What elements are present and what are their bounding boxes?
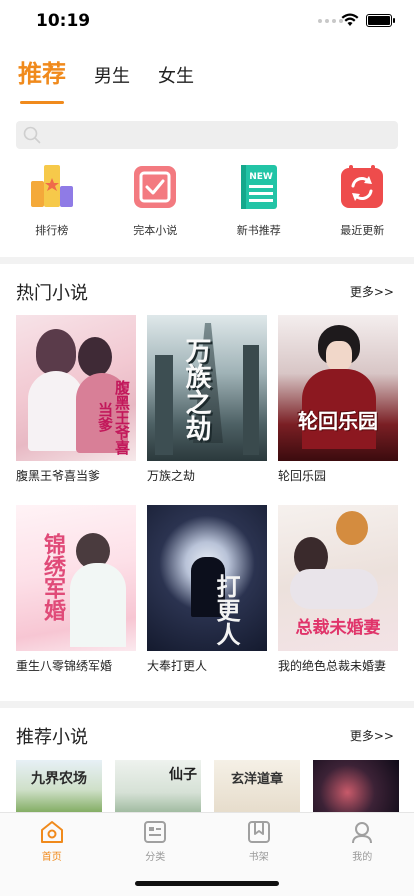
completed-check-icon xyxy=(132,164,178,210)
status-time: 10:19 xyxy=(36,11,91,31)
quick-link-label: 最近更新 xyxy=(340,224,385,237)
book-cover: 轮回乐园 xyxy=(278,315,398,461)
cover-title-text: 轮回乐园 xyxy=(298,409,378,433)
book-title: 万族之劫 xyxy=(147,469,196,483)
section-divider xyxy=(0,701,414,708)
book-card[interactable]: 腹黑王爷喜当爹 腹黑王爷喜当爹 xyxy=(16,315,136,505)
new-book-icon: NEW xyxy=(236,164,282,210)
section-divider xyxy=(0,257,414,264)
book-card[interactable]: 打更人 大奉打更人 xyxy=(147,505,267,695)
quick-link-label: 排行榜 xyxy=(35,224,69,237)
category-icon xyxy=(144,821,167,843)
quick-link-new-books[interactable]: NEW 新书推荐 xyxy=(207,164,311,238)
book-cover[interactable] xyxy=(313,760,399,814)
quick-link-ranking[interactable]: 排行榜 xyxy=(0,164,104,238)
tab-label: 首页 xyxy=(41,852,62,863)
book-title: 轮回乐园 xyxy=(278,469,327,483)
cover-title-text: 九界农场 xyxy=(31,771,87,787)
cover-title-text: 腹黑王爷喜当爹 xyxy=(96,379,131,455)
tab-label: 分类 xyxy=(145,852,166,863)
book-cover[interactable]: 仙子 xyxy=(115,760,201,814)
quick-link-label: 完本小说 xyxy=(133,224,178,237)
cover-title-text: 玄洋道章 xyxy=(230,772,283,787)
cover-title-text: 总裁未婚妻 xyxy=(295,618,381,638)
quick-link-recent-updates[interactable]: 最近更新 xyxy=(311,164,414,238)
cover-title-text: 锦绣军婚 xyxy=(40,533,66,621)
recommend-section-header: 推荐小说 更多>> xyxy=(0,723,414,748)
book-card[interactable]: 锦绣军婚 重生八零锦绣军婚 xyxy=(16,505,136,695)
bookshelf-icon xyxy=(247,821,270,843)
book-cover: 打更人 xyxy=(147,505,267,651)
section-title: 推荐小说 xyxy=(16,727,88,748)
book-card[interactable]: 万族之劫 万族之劫 xyxy=(147,315,267,505)
tab-profile[interactable]: 我的 xyxy=(311,813,414,896)
book-title: 重生八零锦绣军婚 xyxy=(16,659,113,673)
book-cover: 锦绣军婚 xyxy=(16,505,136,651)
hot-books-grid: 腹黑王爷喜当爹 腹黑王爷喜当爹 万族之劫 万族之劫 轮回乐园 轮回乐园 锦绣军婚… xyxy=(16,315,398,695)
battery-icon xyxy=(366,14,395,27)
book-cover: 总裁未婚妻 xyxy=(278,505,398,651)
cover-title-text: 万族之劫 xyxy=(181,337,211,441)
cover-title-text: 打更人 xyxy=(212,574,241,646)
tab-label: 书架 xyxy=(248,852,269,863)
book-title: 大奉打更人 xyxy=(147,659,208,673)
refresh-icon xyxy=(339,164,385,210)
tab-male[interactable]: 男生 xyxy=(94,68,130,98)
profile-icon xyxy=(352,822,373,844)
section-title: 热门小说 xyxy=(16,283,88,304)
wifi-icon xyxy=(341,13,359,26)
home-indicator xyxy=(135,881,279,886)
quick-link-label: 新书推荐 xyxy=(236,224,281,237)
channel-tabs: 推荐 男生 女生 xyxy=(18,62,222,104)
quick-link-completed[interactable]: 完本小说 xyxy=(104,164,208,238)
book-cover[interactable]: 九界农场 xyxy=(16,760,102,814)
tab-home[interactable]: 首页 xyxy=(0,813,104,896)
ranking-icon xyxy=(29,164,75,210)
book-card[interactable]: 轮回乐园 轮回乐园 xyxy=(278,315,398,505)
hot-section-header: 热门小说 更多>> xyxy=(0,279,414,304)
status-bar: 10:19 xyxy=(0,0,414,44)
quick-links: 排行榜 完本小说 NEW 新书推荐 最近更新 xyxy=(0,164,414,238)
signal-icon xyxy=(318,19,343,23)
more-link[interactable]: 更多>> xyxy=(350,283,394,300)
more-link[interactable]: 更多>> xyxy=(350,727,394,744)
book-cover: 万族之劫 xyxy=(147,315,267,461)
home-icon xyxy=(40,821,63,843)
book-cover[interactable]: 玄洋道章 xyxy=(214,760,300,814)
search-input[interactable] xyxy=(16,121,398,149)
tab-label: 我的 xyxy=(352,852,373,863)
recommend-books-strip: 九界农场 仙子 玄洋道章 xyxy=(16,760,399,814)
book-cover: 腹黑王爷喜当爹 xyxy=(16,315,136,461)
tab-female[interactable]: 女生 xyxy=(158,68,194,98)
book-card[interactable]: 总裁未婚妻 我的绝色总裁未婚妻 xyxy=(278,505,398,695)
search-icon xyxy=(23,126,41,144)
tab-recommend[interactable]: 推荐 xyxy=(18,62,66,104)
svg-text:NEW: NEW xyxy=(249,172,273,182)
book-title: 我的绝色总裁未婚妻 xyxy=(278,659,387,673)
book-title: 腹黑王爷喜当爹 xyxy=(16,469,101,483)
cover-title-text: 仙子 xyxy=(169,767,197,783)
